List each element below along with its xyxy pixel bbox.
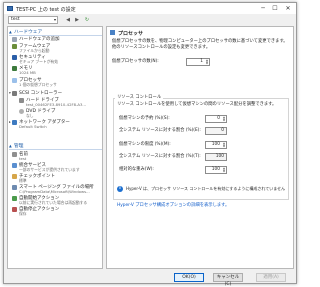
spinner-arrows-icon[interactable]: ▲ ▼ xyxy=(223,167,225,173)
limit-label: 仮想マシンの限度 (%)(M): xyxy=(119,142,171,147)
reserve-stepper[interactable]: 0 ▲ ▼ xyxy=(205,115,227,123)
checkpoint-icon xyxy=(12,174,17,179)
chevron-down-icon: ▾ xyxy=(53,17,56,22)
dvd-drive-icon xyxy=(19,109,24,114)
settings-tree: ▲ ハードウェア ハードウェアの追加 ファームウェア ファイルから起動 セキュリテ… xyxy=(7,26,103,269)
weight-value: 100 xyxy=(211,167,220,172)
reserve-label: 仮想マシンの予約 (%)(S): xyxy=(119,116,170,121)
management-section-header[interactable]: ▲ 管理 xyxy=(9,143,102,150)
title-bar: TEST-PC 上の test の設定 ─ ☐ ✕ xyxy=(4,3,296,14)
sidebar-item-auto-stop[interactable]: 自動停止アクション 保存 xyxy=(8,207,102,217)
forward-icon[interactable]: ▶ xyxy=(73,16,81,24)
resource-control-description: リソース コントロールを使用して仮想マシンの間のリソース配分を調整できます。 xyxy=(117,102,277,107)
sidebar-item-firmware[interactable]: ファームウェア ファイルから起動 xyxy=(8,44,102,54)
processor-count-stepper[interactable]: 1 ▲ ▼ xyxy=(186,58,210,66)
sidebar-item-name[interactable]: 名前 test xyxy=(8,152,102,162)
expand-arrow-icon: ▸ xyxy=(9,120,11,124)
name-icon xyxy=(12,152,17,157)
scsi-controller-icon xyxy=(12,91,17,96)
refresh-icon[interactable]: ↻ xyxy=(83,16,91,24)
sidebar-item-dvd-drive[interactable]: DVD ドライブ なし xyxy=(8,109,102,119)
maximize-button[interactable]: ☐ xyxy=(270,4,280,13)
spinner-arrows-icon[interactable]: ▲ ▼ xyxy=(223,142,225,148)
weight-label: 相対的な重み(W): xyxy=(119,167,154,172)
settings-window: TEST-PC 上の test の設定 ─ ☐ ✕ test ▾ ◀ ▶ ↻ ▲… xyxy=(3,2,297,287)
processor-config-link[interactable]: Hyper-V プロセッサ構成オプションの詳細を表示します。 xyxy=(117,203,229,209)
back-icon[interactable]: ◀ xyxy=(64,16,72,24)
weight-stepper[interactable]: 100 ▲ ▼ xyxy=(205,166,227,174)
sidebar-item-hard-drive[interactable]: ハード ドライブ test_00462FE3-8910-42F8-A3... xyxy=(8,98,102,108)
apply-button[interactable]: 適用(A) xyxy=(256,273,286,282)
sidebar-item-memory[interactable]: メモリ 1024 MB xyxy=(8,66,102,76)
limit-stepper[interactable]: 100 ▲ ▼ xyxy=(205,141,227,149)
processor-icon xyxy=(12,78,17,83)
limit-value: 100 xyxy=(211,142,220,147)
expand-arrow-icon: ▸ xyxy=(9,78,11,82)
sidebar-item-add-hardware[interactable]: ハードウェアの追加 xyxy=(8,37,102,43)
sidebar-item-network-adapter[interactable]: ▸ ネットワーク アダプター Default Switch xyxy=(8,120,102,130)
resource-control-title: リソース コントロール xyxy=(115,95,164,101)
integration-services-icon xyxy=(12,163,17,168)
panel-title: プロセッサ xyxy=(118,31,144,37)
processor-count-value: 1 xyxy=(200,59,203,64)
sidebar-item-security[interactable]: セキュリティ セキュア ブートが有効 xyxy=(8,55,102,65)
spinner-arrows-icon[interactable]: ▲ ▼ xyxy=(223,116,225,122)
firmware-icon xyxy=(12,44,17,49)
close-button[interactable]: ✕ xyxy=(283,4,293,13)
sidebar-item-auto-start[interactable]: 自動開始アクション 以前に実行されていた場合は再起動する xyxy=(8,196,102,206)
processor-settings-panel: プロセッサ 仮想プロセッサの数を、物理コンピューター上のプロセッサの数に基づいて… xyxy=(106,26,294,269)
sidebar-item-integration-services[interactable]: 統合サービス 一部のサービスが提供されています xyxy=(8,163,102,173)
reserve-value: 0 xyxy=(217,116,220,121)
limit-percent-field: 100 xyxy=(205,153,227,161)
info-icon: i xyxy=(117,186,123,192)
smart-paging-icon xyxy=(12,185,17,190)
hardware-section-header[interactable]: ▲ ハードウェア xyxy=(9,29,102,36)
add-hardware-icon xyxy=(12,37,17,42)
shield-icon xyxy=(12,55,17,60)
resource-control-group xyxy=(113,98,289,200)
vm-selector[interactable]: test ▾ xyxy=(8,16,58,24)
sidebar-item-processor[interactable]: ▸ プロセッサ 1 個の仮想プロセッサ xyxy=(8,78,102,89)
processor-count-label: 仮想プロセッサの数(N): xyxy=(112,59,159,64)
window-title: TEST-PC 上の test の設定 xyxy=(16,7,76,13)
sidebar-item-smart-paging[interactable]: スマート ページング ファイルの場所 C:\ProgramData\Micros… xyxy=(8,185,102,195)
processor-icon xyxy=(110,30,115,35)
processor-description: 仮想プロセッサの数を、物理コンピューター上のプロセッサの数に基づいて変更できます… xyxy=(112,39,288,50)
dialog-buttons: OK(O) キャンセル(C) 適用(A) xyxy=(4,271,296,287)
sidebar-item-checkpoints[interactable]: チェックポイント 標準 xyxy=(8,174,102,184)
memory-icon xyxy=(12,66,17,71)
limit-percent-value: 100 xyxy=(215,154,224,159)
toolbar: test ▾ ◀ ▶ ↻ xyxy=(4,15,296,25)
spinner-arrows-icon[interactable]: ▲ ▼ xyxy=(206,59,208,65)
cancel-button[interactable]: キャンセル(C) xyxy=(213,273,243,287)
minimize-button[interactable]: ─ xyxy=(258,4,268,13)
limit-percent-label: 全システム リソースに対する割合 (%)(T): xyxy=(119,154,201,159)
sidebar-item-scsi-controller[interactable]: ▾ SCSI コントローラー xyxy=(8,91,102,97)
info-message: Hyper-V は、プロセッサ リソース コントロールを有効にするように構成され… xyxy=(126,186,286,191)
reserve-percent-label: 全システム リソースに対する割合 (%)(E): xyxy=(119,128,201,133)
reserve-percent-field: 0 xyxy=(205,127,227,135)
ok-button[interactable]: OK(O) xyxy=(174,273,204,282)
auto-start-icon xyxy=(12,196,17,201)
hard-drive-icon xyxy=(19,98,24,103)
collapse-arrow-icon: ▾ xyxy=(9,91,11,95)
vm-selector-value: test xyxy=(11,17,20,22)
network-adapter-icon xyxy=(12,120,17,125)
hyperv-settings-icon xyxy=(7,6,13,11)
reserve-percent-value: 0 xyxy=(221,128,224,133)
auto-stop-icon xyxy=(12,207,17,212)
